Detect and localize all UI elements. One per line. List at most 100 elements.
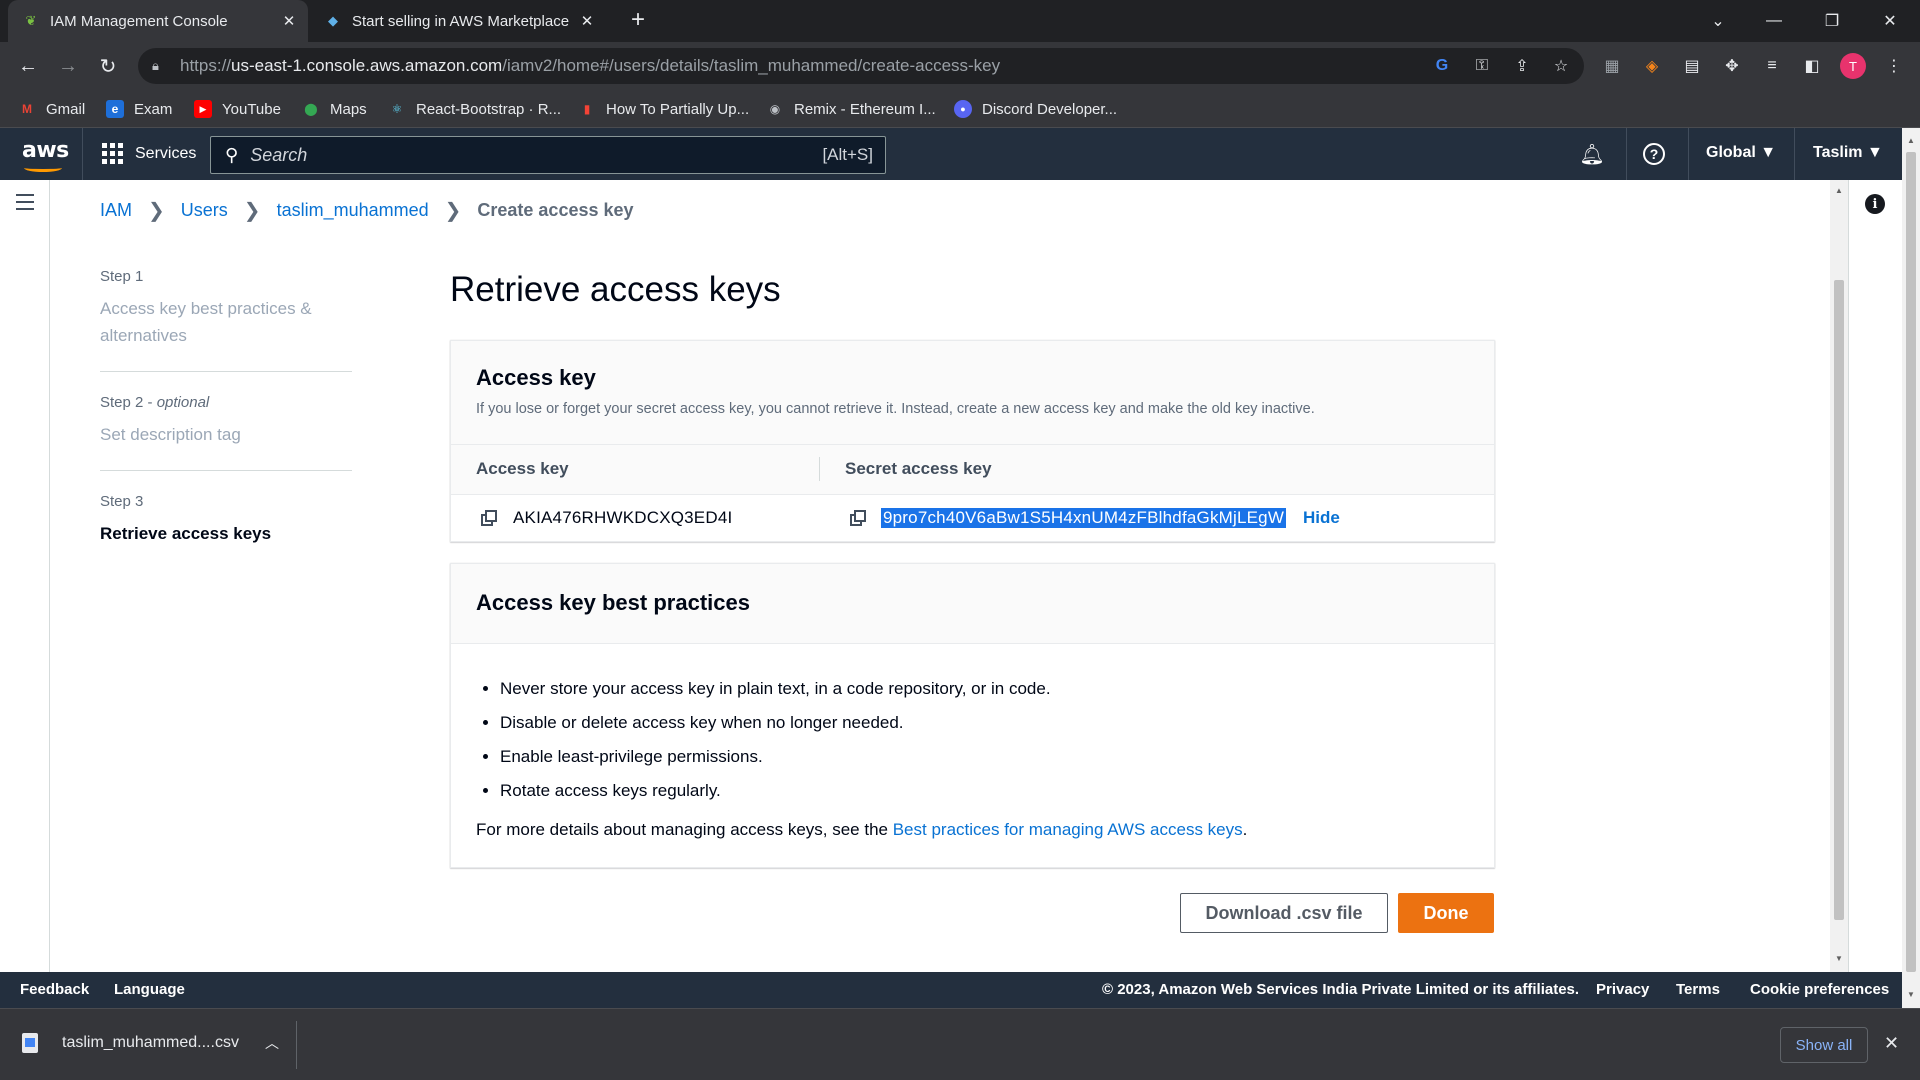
react-bootstrap-icon: ⚛ [391, 102, 403, 116]
language-link[interactable]: Language [114, 981, 185, 998]
close-shelf-icon[interactable]: ✕ [1884, 1033, 1899, 1054]
page-scrollbar[interactable]: ▲ ▼ [1830, 180, 1848, 972]
privacy-link[interactable]: Privacy [1596, 981, 1649, 998]
url-text[interactable]: https://us-east-1.console.aws.amazon.com… [180, 56, 1000, 76]
info-icon[interactable]: i [1865, 194, 1885, 214]
remix-icon: ◉ [769, 102, 781, 116]
copy-secret-key-icon[interactable] [850, 510, 868, 528]
copy-access-key-icon[interactable] [481, 510, 499, 528]
menu-hamburger-icon[interactable] [16, 194, 34, 215]
aws-logo[interactable]: aws [22, 138, 69, 172]
download-csv-button[interactable]: Download .csv file [1180, 893, 1388, 933]
secret-key-value[interactable]: 9pro7ch40V6aBw1S5H4xnUM4zFBlhdfaGkMjLEgW [881, 508, 1287, 528]
reload-icon[interactable]: ↻ [92, 50, 124, 82]
step-number: Step 2 - optional [100, 394, 210, 411]
access-key-value[interactable]: AKIA476RHWKDCXQ3ED4I [513, 508, 732, 528]
feedback-link[interactable]: Feedback [20, 981, 89, 998]
profile-avatar[interactable]: T [1840, 53, 1866, 79]
list-item: Enable least-privilege permissions. [500, 740, 1494, 774]
side-panel-icon[interactable]: ◧ [1800, 54, 1824, 78]
bookmark-youtube[interactable]: ▶ YouTube [194, 100, 281, 118]
chevron-up-icon[interactable]: ︿ [265, 1033, 279, 1053]
browser-tab-marketplace[interactable]: ◆ Start selling in AWS Marketplace ✕ [310, 0, 606, 42]
bookmark-remix[interactable]: ◉ Remix - Ethereum I... [766, 100, 936, 118]
browser-scrollbar[interactable]: ▲ ▼ [1902, 128, 1920, 1008]
aws-search-box[interactable]: ⚲ [Alt+S] [210, 136, 886, 174]
shelf-divider [296, 1021, 297, 1069]
google-icon[interactable]: G [1430, 54, 1454, 78]
download-item[interactable]: taslim_muhammed....csv ︿ [22, 1033, 279, 1053]
notifications-bell-icon[interactable]: 🔔︎ [1579, 142, 1604, 166]
csv-file-icon [22, 1033, 38, 1053]
caret-down-icon: ▼ [1866, 144, 1883, 161]
bookmark-maps[interactable]: ⬤ Maps [302, 100, 366, 118]
aws-top-nav: aws Services ⚲ [Alt+S] 🔔︎ ? Global ▼ Tas… [0, 128, 1902, 180]
bookmark-label: Discord Developer... [982, 100, 1118, 118]
left-nav-rail [0, 180, 50, 972]
bookmark-label: Exam [134, 100, 173, 118]
more-prefix: For more details about managing access k… [476, 820, 893, 839]
star-icon[interactable]: ☆ [1549, 54, 1573, 78]
bookmark-gmail[interactable]: M Gmail [18, 100, 85, 118]
breadcrumb: IAM ❯ Users ❯ taslim_muhammed ❯ Create a… [100, 198, 634, 223]
column-header-access-key: Access key [476, 459, 569, 478]
forward-icon[interactable]: → [52, 50, 84, 82]
region-selector[interactable]: Global ▼ [1706, 144, 1776, 162]
close-tab-icon[interactable]: ✕ [278, 12, 300, 30]
url-path: /iamv2/home#/users/details/taslim_muhamm… [502, 56, 1001, 75]
browser-tab-iam[interactable]: ❦ IAM Management Console ✕ [8, 0, 308, 42]
restore-button[interactable]: ❐ [1810, 0, 1854, 42]
address-bar[interactable]: 🔒︎ https://us-east-1.console.aws.amazon.… [138, 48, 1584, 84]
step-number: Step 1 [100, 268, 144, 285]
bookmark-discord[interactable]: ● Discord Developer... [954, 100, 1117, 118]
breadcrumb-users[interactable]: Users [181, 200, 228, 221]
best-practices-more-text: For more details about managing access k… [476, 820, 1494, 840]
marketplace-icon: ◆ [328, 13, 338, 28]
best-practices-link[interactable]: Best practices for managing AWS access k… [893, 820, 1243, 839]
services-label: Services [135, 144, 197, 162]
search-input[interactable] [250, 144, 823, 166]
media-queue-icon[interactable]: ≡ [1760, 54, 1784, 78]
menu-kebab-icon[interactable]: ⋮ [1882, 54, 1906, 78]
breadcrumb-user[interactable]: taslim_muhammed [277, 200, 429, 221]
bookmark-react-bootstrap[interactable]: ⚛ React-Bootstrap · R... [388, 100, 561, 118]
back-icon[interactable]: ← [12, 50, 44, 82]
discord-icon: ● [954, 100, 972, 118]
new-tab-button[interactable]: + [624, 6, 652, 34]
scroll-up-arrow-icon[interactable]: ▲ [1906, 136, 1916, 145]
scroll-down-arrow-icon[interactable]: ▼ [1906, 990, 1916, 999]
bookmark-exam[interactable]: e Exam [106, 100, 172, 118]
bookmark-partially-update[interactable]: ▮ How To Partially Up... [578, 100, 749, 118]
reader-icon[interactable]: ▤ [1680, 54, 1704, 78]
account-menu[interactable]: Taslim ▼ [1813, 144, 1883, 162]
scrollbar-thumb[interactable] [1906, 152, 1916, 972]
help-icon[interactable]: ? [1642, 142, 1666, 166]
terms-link[interactable]: Terms [1676, 981, 1720, 998]
tab-search-icon[interactable]: ⌄ [1696, 0, 1740, 42]
close-window-button[interactable]: ✕ [1868, 0, 1912, 42]
metamask-icon[interactable]: ◈ [1640, 54, 1664, 78]
scrollbar-thumb[interactable] [1834, 280, 1844, 920]
share-icon[interactable]: ⇪ [1510, 54, 1534, 78]
services-menu-button[interactable]: Services [102, 143, 196, 164]
url-host: us-east-1.console.aws.amazon.com [231, 56, 503, 75]
lock-icon[interactable]: 🔒︎ [152, 58, 172, 74]
scroll-down-arrow-icon[interactable]: ▼ [1834, 954, 1844, 963]
scroll-up-arrow-icon[interactable]: ▲ [1834, 186, 1844, 195]
extension-icon-1[interactable]: ▦ [1600, 54, 1624, 78]
breadcrumb-iam[interactable]: IAM [100, 200, 132, 221]
key-icon[interactable]: ⚿ [1470, 54, 1494, 78]
cookie-preferences-link[interactable]: Cookie preferences [1750, 981, 1889, 998]
close-tab-icon[interactable]: ✕ [576, 12, 598, 30]
done-button[interactable]: Done [1398, 893, 1494, 933]
region-label: Global [1706, 144, 1756, 161]
show-all-downloads-button[interactable]: Show all [1780, 1027, 1868, 1063]
step-name: Retrieve access keys [100, 524, 272, 543]
minimize-button[interactable]: — [1752, 0, 1796, 42]
more-suffix: . [1242, 820, 1248, 839]
hide-secret-link[interactable]: Hide [1303, 508, 1340, 528]
extensions-puzzle-icon[interactable]: ✥ [1720, 54, 1744, 78]
best-practices-header: Access key best practices [451, 564, 1494, 644]
aws-smile-icon [24, 164, 62, 172]
bookmark-label: React-Bootstrap · R... [416, 100, 562, 118]
